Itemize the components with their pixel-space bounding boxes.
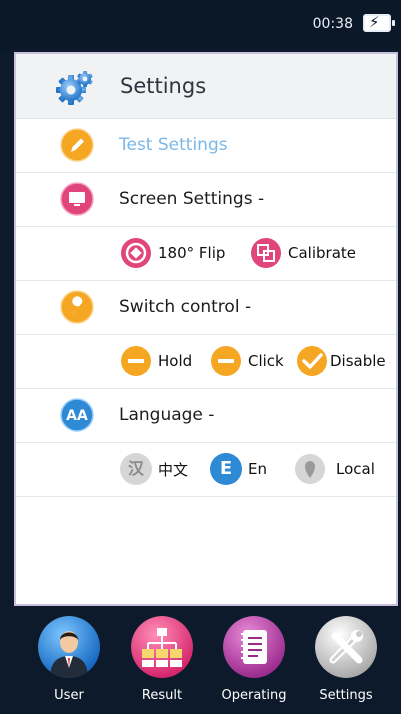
test-settings-row[interactable]: Test Settings: [16, 119, 396, 173]
local-option[interactable]: Local: [294, 453, 375, 485]
english-label: En: [248, 460, 267, 478]
language-icon: AA: [60, 398, 94, 432]
nav-settings-label: Settings: [319, 688, 373, 703]
english-icon: E: [210, 453, 242, 485]
operating-icon: [223, 616, 285, 678]
pencil-icon: [60, 128, 94, 162]
monitor-icon: [60, 182, 94, 216]
local-label: Local: [336, 460, 375, 478]
language-label: Language -: [119, 405, 215, 425]
result-icon: [131, 616, 193, 678]
switch-control-row: Switch control -: [16, 281, 396, 335]
svg-text:AA: AA: [66, 408, 88, 424]
flip-option[interactable]: 180° Flip: [120, 237, 225, 269]
flip-icon: [121, 238, 151, 268]
test-settings-label: Test Settings: [119, 135, 228, 155]
location-icon: [295, 454, 325, 484]
settings-panel: Settings Test Settings Screen Settings -…: [14, 52, 398, 606]
settings-header: Settings: [16, 54, 396, 119]
language-options-row: 汉 中文 E En Local: [16, 443, 396, 497]
switch-options-row: Hold Click Disable: [16, 335, 396, 389]
hold-label: Hold: [158, 352, 193, 370]
language-row: AA Language -: [16, 389, 396, 443]
screen-options-row: 180° Flip Calibrate: [16, 227, 396, 281]
battery-icon: ⚡: [363, 13, 395, 32]
nav-operating-label: Operating: [221, 688, 287, 703]
chinese-option[interactable]: 汉 中文: [120, 453, 188, 485]
nav-settings[interactable]: Settings: [312, 616, 380, 703]
switch-control-label: Switch control -: [119, 297, 252, 317]
page-title: Settings: [120, 74, 207, 98]
user-icon: [38, 616, 100, 678]
nav-user[interactable]: User: [35, 616, 103, 703]
nav-user-label: User: [54, 688, 84, 703]
click-option[interactable]: Click: [210, 345, 284, 377]
chinese-label: 中文: [158, 460, 189, 479]
screen-settings-row: Screen Settings -: [16, 173, 396, 227]
nav-operating[interactable]: Operating: [220, 616, 288, 703]
check-icon: [297, 346, 327, 376]
calibrate-option[interactable]: Calibrate: [250, 237, 356, 269]
disable-option[interactable]: Disable: [296, 345, 386, 377]
bottom-nav: User Result Operating Settings: [0, 606, 401, 714]
calibrate-label: Calibrate: [288, 244, 356, 262]
screen-settings-label: Screen Settings -: [119, 189, 265, 209]
gear-icon: [56, 71, 93, 105]
minus-icon: [121, 346, 151, 376]
chinese-icon: 汉: [120, 453, 152, 485]
calibrate-icon: [251, 238, 281, 268]
status-bar: 00:38 ⚡: [0, 0, 401, 50]
flip-label: 180° Flip: [158, 244, 226, 262]
wrench-icon: [60, 290, 94, 324]
hold-option[interactable]: Hold: [120, 345, 192, 377]
nav-result-label: Result: [141, 688, 183, 703]
disable-label: Disable: [330, 352, 386, 370]
tools-icon: [315, 616, 377, 678]
clock: 00:38: [312, 16, 353, 32]
english-option[interactable]: E En: [210, 453, 267, 485]
click-label: Click: [248, 352, 284, 370]
nav-result[interactable]: Result: [128, 616, 196, 703]
minus-icon: [211, 346, 241, 376]
